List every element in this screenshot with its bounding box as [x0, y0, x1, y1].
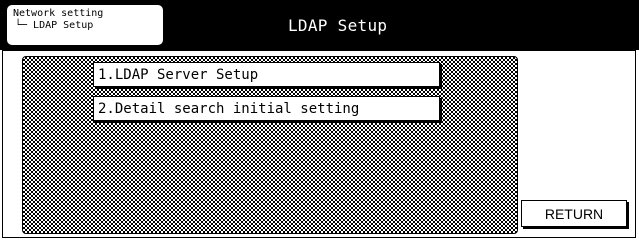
- return-button-label: RETURN: [544, 206, 604, 222]
- breadcrumb: Network setting └─ LDAP Setup: [6, 4, 164, 46]
- ldap-server-setup-button[interactable]: 1.LDAP Server Setup: [93, 62, 440, 87]
- ldap-server-setup-label: 1.LDAP Server Setup: [98, 67, 259, 83]
- breadcrumb-parent: Network setting: [13, 8, 104, 19]
- detail-search-initial-setting-label: 2.Detail search initial setting: [98, 101, 360, 117]
- title-bar: Network setting └─ LDAP Setup LDAP Setup: [0, 0, 639, 50]
- return-button[interactable]: RETURN: [521, 200, 627, 227]
- detail-search-initial-setting-button[interactable]: 2.Detail search initial setting: [93, 96, 440, 121]
- page-title: LDAP Setup: [288, 16, 388, 35]
- breadcrumb-current: └─ LDAP Setup: [15, 20, 94, 31]
